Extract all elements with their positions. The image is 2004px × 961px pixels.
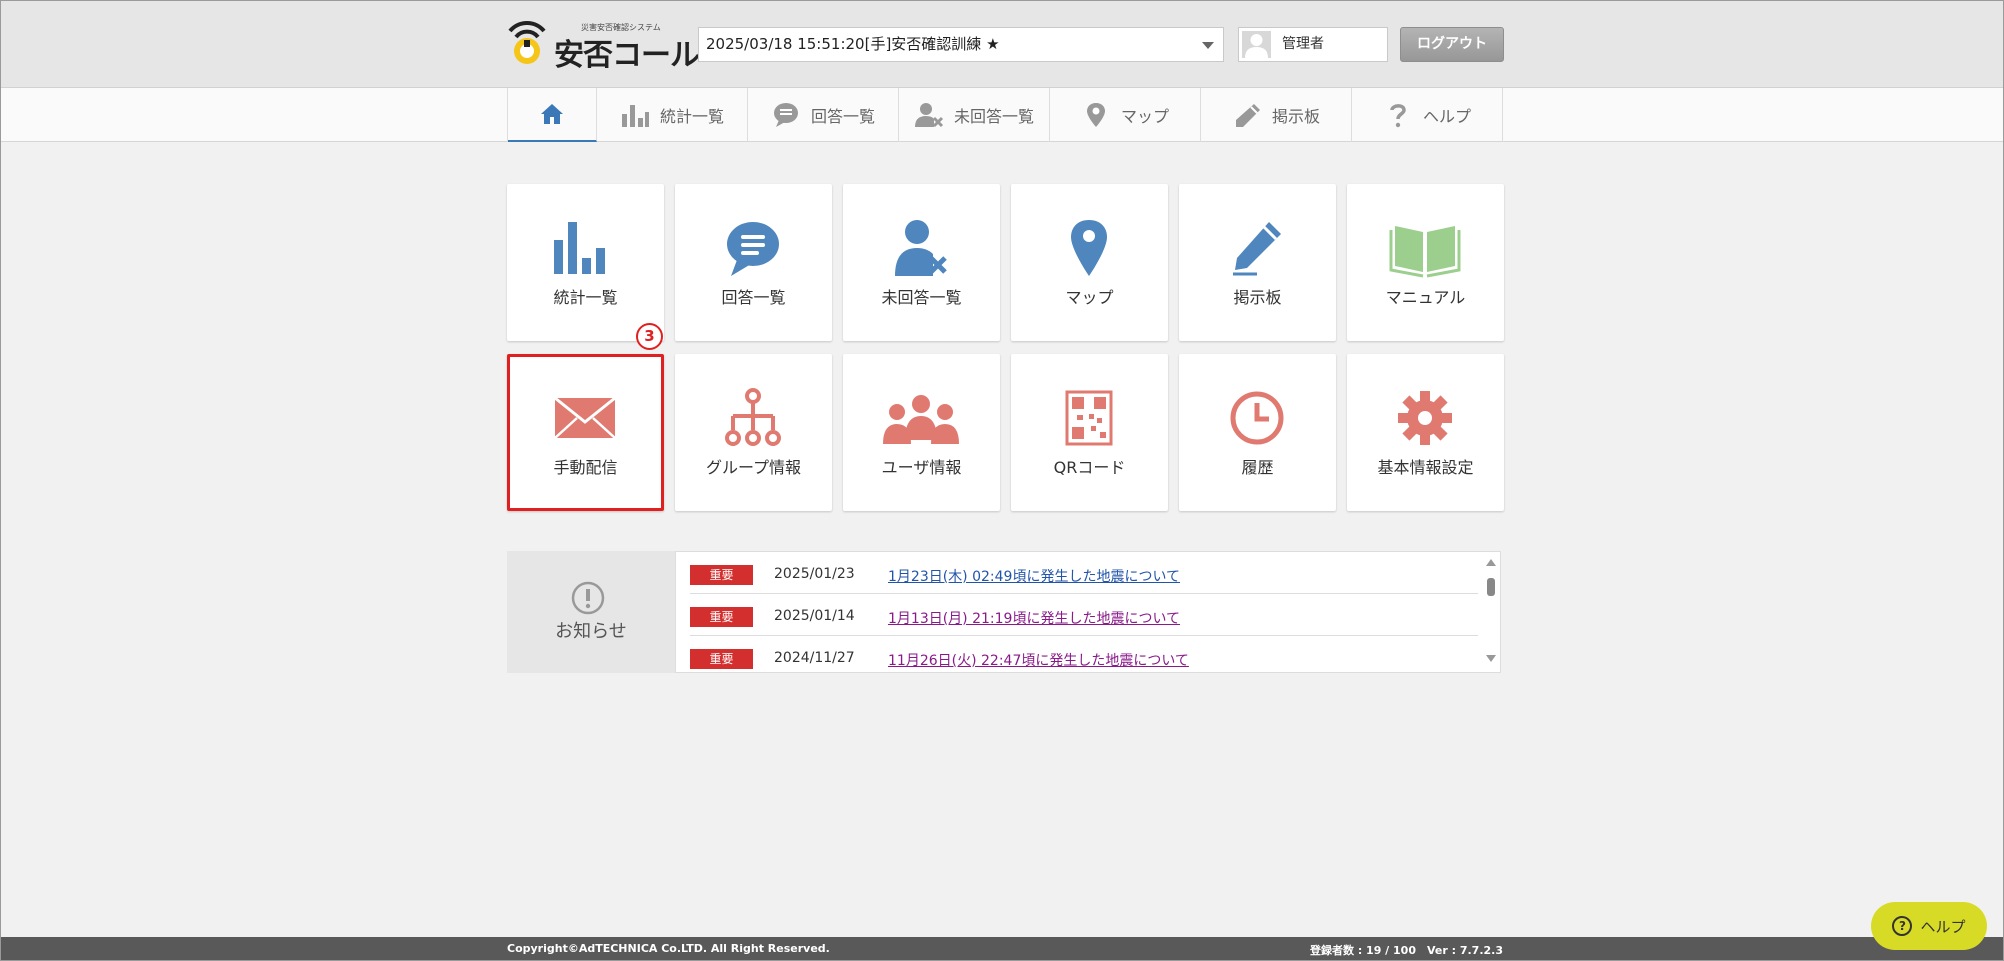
envelope-icon (554, 396, 616, 439)
scroll-up-icon[interactable] (1486, 559, 1496, 566)
map-pin-icon (1071, 220, 1107, 276)
main-nav: 統計一覧 回答一覧 未回答一覧 マップ 掲示板 ヘルプ (1, 88, 2003, 142)
tab-label: 未回答一覧 (953, 107, 1034, 126)
tab-label: 回答一覧 (810, 107, 875, 126)
important-badge: 重要 (690, 565, 753, 585)
tile-label: マップ (1065, 288, 1114, 307)
tile-qr-code[interactable]: QRコード (1011, 354, 1168, 511)
tab-label: 統計一覧 (659, 107, 724, 126)
gear-icon (1398, 391, 1452, 445)
pencil-icon (1235, 104, 1260, 127)
map-pin-icon (1086, 103, 1105, 127)
tile-user-info[interactable]: ユーザ情報 (843, 354, 1000, 511)
user-x-icon (895, 220, 947, 276)
news-panel: お知らせ 重要 2025/01/23 1月23日(木) 02:49頃に発生した地… (507, 551, 1501, 673)
user-name: 管理者 (1282, 36, 1324, 52)
tile-label: グループ情報 (705, 458, 802, 477)
news-date: 2025/01/23 (774, 566, 855, 582)
tile-manual-send[interactable]: 手動配信 (507, 354, 664, 511)
avatar (1242, 31, 1271, 58)
logo-title: 安否コール (554, 38, 700, 73)
question-circle-icon: ? (1892, 916, 1913, 936)
tile-manual[interactable]: マニュアル (1347, 184, 1504, 341)
news-item: 重要 2025/01/23 1月23日(木) 02:49頃に発生した地震について (690, 552, 1478, 594)
tile-label: 回答一覧 (721, 288, 786, 307)
tile-label: QRコード (1053, 458, 1126, 477)
user-icon (1245, 34, 1268, 58)
tile-label: ユーザ情報 (881, 458, 962, 477)
chat-bubble-icon (727, 222, 779, 276)
exclamation-icon (571, 581, 605, 615)
tile-responses[interactable]: 回答一覧 (675, 184, 832, 341)
tab-home[interactable] (508, 88, 597, 142)
news-scrollbar[interactable] (1482, 552, 1500, 672)
bar-chart-icon (554, 222, 605, 274)
user-x-icon (914, 103, 944, 128)
news-list[interactable]: 重要 2025/01/23 1月23日(木) 02:49頃に発生した地震について… (675, 551, 1501, 673)
bar-chart-icon (621, 105, 649, 127)
tile-history[interactable]: 履歴 (1179, 354, 1336, 511)
user-info: 管理者 (1238, 27, 1388, 62)
tile-label: 統計一覧 (553, 288, 618, 307)
footer-bar: Copyright©AdTECHNICA Co.LTD. All Right R… (1, 937, 2003, 960)
floating-help-button[interactable]: ? ヘルプ (1871, 902, 1987, 950)
tile-label: マニュアル (1385, 288, 1466, 307)
users-icon (883, 395, 959, 444)
important-badge: 重要 (690, 607, 753, 627)
news-date: 2025/01/14 (774, 608, 855, 624)
tab-label: 掲示板 (1271, 107, 1320, 126)
version-info: 登録者数 : 19 / 100 Ver : 7.7.2.3 (1309, 944, 1503, 957)
tab-statistics[interactable]: 統計一覧 (597, 88, 748, 142)
news-date: 2024/11/27 (774, 650, 855, 666)
tab-unanswered[interactable]: 未回答一覧 (899, 88, 1050, 142)
scroll-thumb[interactable] (1487, 578, 1495, 596)
tab-label: ヘルプ (1422, 107, 1471, 126)
scroll-down-icon[interactable] (1486, 655, 1496, 662)
menu-tiles: 統計一覧 回答一覧 未回答一覧 マップ 掲示板 マニュアル 手動配信 グループ情… (507, 184, 1505, 514)
tile-label: 掲示板 (1233, 288, 1282, 307)
news-title: お知らせ (555, 621, 627, 642)
clock-icon (1230, 391, 1284, 445)
tile-label: 履歴 (1241, 458, 1274, 477)
chat-bubble-icon (773, 103, 798, 127)
book-icon (1389, 226, 1461, 278)
chevron-down-icon[interactable] (1202, 42, 1214, 49)
news-item: 重要 2025/01/14 1月13日(月) 21:19頃に発生した地震について (690, 594, 1478, 636)
tab-map[interactable]: マップ (1050, 88, 1201, 142)
signal-icon (508, 20, 546, 64)
step-number-badge: 3 (636, 323, 663, 350)
logout-button[interactable]: ログアウト (1400, 27, 1504, 62)
news-item: 重要 2024/11/27 11月26日(火) 22:47頃に発生した地震につい… (690, 636, 1478, 672)
home-icon (541, 104, 563, 124)
news-link[interactable]: 11月26日(火) 22:47頃に発生した地震について (888, 650, 1189, 670)
header-bar: 災害安否確認システム 安否コール 2025/03/18 15:51:20[手]安… (1, 1, 2003, 88)
tile-statistics[interactable]: 統計一覧 (507, 184, 664, 341)
app-logo[interactable]: 災害安否確認システム 安否コール (506, 17, 700, 73)
copyright-text: Copyright©AdTECHNICA Co.LTD. All Right R… (507, 942, 830, 955)
tab-help[interactable]: ヘルプ (1352, 88, 1503, 142)
tile-label: 手動配信 (553, 458, 618, 477)
news-header: お知らせ (507, 551, 675, 673)
question-icon (1390, 104, 1406, 128)
tile-label: 未回答一覧 (881, 288, 962, 307)
qr-code-icon (1065, 390, 1113, 446)
tab-board[interactable]: 掲示板 (1201, 88, 1352, 142)
important-badge: 重要 (690, 649, 753, 669)
news-link[interactable]: 1月23日(木) 02:49頃に発生した地震について (888, 566, 1180, 586)
help-button-label: ヘルプ (1920, 917, 1966, 936)
tile-board[interactable]: 掲示板 (1179, 184, 1336, 341)
session-select[interactable]: 2025/03/18 15:51:20[手]安否確認訓練 ★ (698, 27, 1224, 62)
tile-unanswered[interactable]: 未回答一覧 (843, 184, 1000, 341)
tile-map[interactable]: マップ (1011, 184, 1168, 341)
tab-label: マップ (1120, 107, 1169, 126)
tile-group-info[interactable]: グループ情報 (675, 354, 832, 511)
org-chart-icon (725, 388, 781, 446)
news-link[interactable]: 1月13日(月) 21:19頃に発生した地震について (888, 608, 1180, 628)
tile-basic-settings[interactable]: 基本情報設定 (1347, 354, 1504, 511)
pencil-icon (1233, 222, 1281, 276)
tile-label: 基本情報設定 (1377, 458, 1474, 477)
session-select-value: 2025/03/18 15:51:20[手]安否確認訓練 ★ (706, 35, 1000, 53)
tab-responses[interactable]: 回答一覧 (748, 88, 899, 142)
